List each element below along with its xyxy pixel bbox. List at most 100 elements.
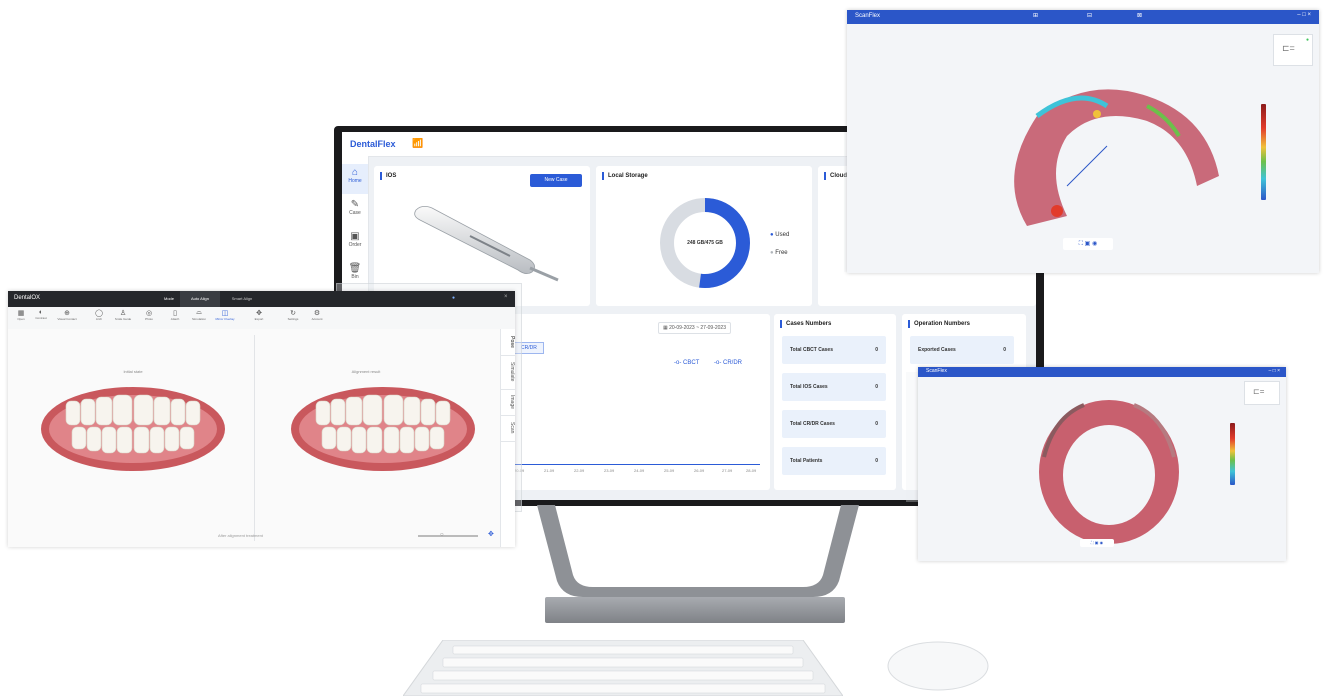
open-icon: ▦	[17, 310, 25, 317]
x-tick: 22-09	[574, 468, 585, 473]
user-icon[interactable]: ●	[452, 295, 455, 301]
ios-card-title: IOS	[380, 172, 396, 180]
scanner-status-panel: ⊏= ●	[1273, 34, 1313, 66]
side-tab-pose[interactable]: Pose	[501, 329, 515, 356]
x-tick: 21-09	[544, 468, 555, 473]
legend-free: ● Free	[770, 250, 788, 256]
dentalox-toolbar: ▦ Open ◐ Contrast ⊕ Visual Contact ◯ Arch ♙ S…	[8, 307, 515, 330]
side-tabs: Pose Simulate Image Scan	[500, 329, 515, 547]
cases-numbers-title: Cases Numbers	[780, 320, 831, 328]
tool-account[interactable]: ⚙ Account	[306, 309, 328, 321]
sidebar-item-case[interactable]: ✎ Case	[342, 196, 368, 226]
view-controls[interactable]: ⛶ ▣ ◉	[1063, 238, 1113, 250]
stat-row: Exported Cases 0	[910, 336, 1014, 364]
keyboard	[403, 640, 843, 696]
left-view-label: Initial state	[123, 369, 143, 374]
status-dot-icon: ●	[1305, 37, 1309, 43]
tool-mirror-overlay[interactable]: ◫ Mirror Overlay	[214, 309, 236, 321]
target-icon: ⊕	[64, 310, 70, 317]
tool-photo[interactable]: ◎ Photo	[138, 309, 160, 321]
tab-auto-align[interactable]: Auto Align	[180, 291, 220, 307]
toolbar-icon[interactable]: ⊞	[1033, 12, 1038, 19]
tool-smile-guide[interactable]: ♙ Smile Guide	[112, 309, 134, 321]
tool-attach[interactable]: ▯ Attach	[164, 309, 186, 321]
chart-baseline	[514, 464, 760, 465]
x-tick: 24-09	[634, 468, 645, 473]
scanner-icon: ⊏=	[1282, 43, 1295, 53]
sidebar-item-home[interactable]: ⌂ Home	[342, 164, 368, 194]
toolbar-icon[interactable]: ⊟	[1087, 12, 1092, 19]
toolbar-icon[interactable]: ⊠	[1137, 12, 1142, 19]
scanflex-title: ScanFlex	[855, 13, 881, 19]
move-icon[interactable]: ✥	[488, 530, 494, 538]
x-axis-ticks: 20-09 21-09 22-09 23-09 24-09 25-09 26-0…	[514, 468, 760, 476]
monitor-stand	[537, 505, 859, 597]
sidebar-item-label: Order	[348, 242, 362, 248]
right-view-label: Alignment result	[351, 369, 381, 374]
side-tab-scan[interactable]: Scan	[501, 415, 515, 442]
teeth-model-initial	[41, 387, 225, 471]
calendar-icon: ▦	[663, 325, 668, 331]
scanner-icon: ⊏=	[1253, 387, 1265, 396]
close-icon[interactable]: ×	[504, 294, 508, 300]
new-case-button[interactable]: New Case	[530, 174, 582, 187]
scanflex-titlebar: ScanFlex ⊞ ⊟ ⊠ – □ ×	[847, 10, 1319, 24]
view-controls[interactable]: ⛶ ▣ ◉	[1080, 539, 1114, 547]
tool-contrast[interactable]: ◐ Contrast	[30, 309, 52, 320]
slider-handle[interactable]: ○	[440, 532, 444, 538]
sidebar-item-label: Home	[348, 178, 362, 184]
case-icon: ✎	[350, 199, 360, 210]
simulation-icon: ⌓	[196, 309, 202, 316]
deviation-color-scale	[1230, 423, 1235, 485]
deviation-color-scale	[1261, 104, 1266, 200]
scanflex-window-bottom: ScanFlex – □ × ⊏= ⛶ ▣ ◉	[918, 367, 1286, 561]
sidebar-item-label: Case	[349, 210, 361, 216]
tool-visual-contact[interactable]: ⊕ Visual Contact	[56, 309, 78, 321]
x-tick: 27-09	[722, 468, 733, 473]
tab-mode[interactable]: Mode	[158, 291, 180, 307]
viewport-footer: After alignment treatment	[218, 533, 263, 538]
contrast-icon: ◐	[38, 309, 44, 316]
mirror-icon: ◫	[221, 310, 229, 317]
stat-row: Total CR/DR Cases 0	[782, 410, 886, 438]
dentalox-app-name: DentalOX	[14, 295, 41, 301]
person-icon: ♙	[119, 310, 127, 317]
app-logo: DentalFlex	[350, 139, 396, 149]
tool-open[interactable]: ▦ Open	[10, 309, 32, 321]
home-icon: ⌂	[351, 167, 359, 178]
tool-export[interactable]: ✥ Export	[248, 309, 270, 321]
tool-simulation[interactable]: ⌓ Simulation	[188, 309, 210, 321]
legend-cbct: -o- CBCT	[674, 360, 700, 366]
x-tick: 23-09	[604, 468, 615, 473]
move-icon: ✥	[256, 310, 262, 317]
attach-icon: ▯	[173, 310, 177, 317]
storage-amount: 248 GB/475 GB	[687, 240, 723, 246]
sidebar-item-order[interactable]: ▣ Order	[342, 228, 368, 258]
dentalox-titlebar: DentalOX Mode Auto Align Smart Align ● ×	[8, 291, 515, 307]
tab-smart-align[interactable]: Smart Align	[222, 291, 262, 307]
scanflex-titlebar: ScanFlex – □ ×	[918, 367, 1286, 377]
operation-numbers-title: Operation Numbers	[908, 320, 970, 328]
side-tab-simulate[interactable]: Simulate	[501, 355, 515, 390]
legend-used: ● Used	[770, 232, 790, 238]
window-controls-icon[interactable]: – □ ×	[1297, 12, 1311, 18]
scanflex-title: ScanFlex	[926, 368, 947, 374]
timeline-slider[interactable]	[418, 535, 478, 537]
stat-row: Total CBCT Cases 0	[782, 336, 886, 364]
window-controls-icon[interactable]: – □ ×	[1269, 368, 1281, 374]
x-tick: 25-09	[664, 468, 675, 473]
wifi-icon: 📶	[412, 138, 424, 148]
teeth-model-result	[291, 387, 475, 471]
side-tab-image[interactable]: Image	[501, 389, 515, 416]
intraoral-scanner-image	[414, 206, 559, 282]
legend-crdr: -o- CR/DR	[714, 360, 742, 366]
local-storage-card: Local Storage 248 GB/475 GB ● Used ● Fre…	[596, 166, 812, 306]
stat-row: Total Patients 0	[782, 447, 886, 475]
refresh-icon: ↻	[290, 310, 296, 317]
date-range-picker[interactable]: ▦ 20-09-2023 ~ 27-09-2023	[658, 322, 731, 334]
dentalox-window: DentalOX Mode Auto Align Smart Align ● ×…	[8, 291, 515, 547]
tool-arch[interactable]: ◯ Arch	[88, 309, 110, 321]
bin-icon: 🗑	[348, 263, 362, 274]
tool-settings[interactable]: ↻ Settings	[282, 309, 304, 321]
scanflex-window-top: ScanFlex ⊞ ⊟ ⊠ – □ × ⊏= ● ⛶ ▣ ◉	[847, 10, 1319, 273]
